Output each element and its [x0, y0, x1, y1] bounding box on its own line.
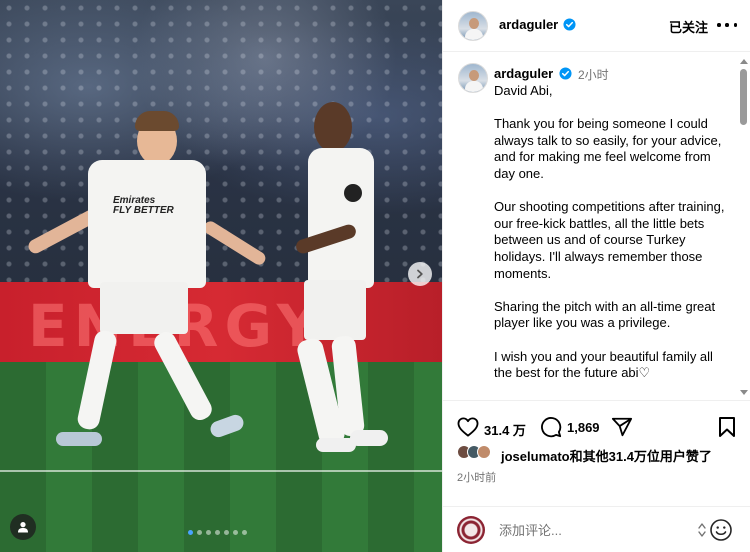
- sort-arrows-icon[interactable]: [697, 520, 707, 540]
- caption-paragraph: Sharing the pitch with an all-time great…: [494, 298, 716, 331]
- tagged-users-button[interactable]: [10, 514, 36, 540]
- emoji-smile-icon[interactable]: [709, 518, 733, 542]
- author-avatar[interactable]: [458, 11, 488, 41]
- likes-count[interactable]: 31.4 万: [484, 420, 526, 439]
- following-button[interactable]: 已关注: [669, 17, 708, 36]
- caption-paragraph: David Abi,: [494, 83, 553, 98]
- carousel-dot: [215, 530, 220, 535]
- carousel-dot: [188, 530, 193, 535]
- carousel-dot: [242, 530, 247, 535]
- liked-by-text[interactable]: joselumato和其他31.4万位用户赞了: [501, 446, 712, 465]
- caption-section: ardaguler 2小时 David Abi, Thank you for b…: [443, 53, 750, 399]
- heart-icon[interactable]: [457, 417, 479, 437]
- post-header: ardaguler 已关注: [443, 0, 750, 52]
- post-media[interactable]: ENERGY Emirates FLY BETTER: [0, 0, 442, 552]
- caption-time: 2小时: [578, 68, 609, 82]
- caption-paragraph: Thank you for being someone I could alwa…: [494, 116, 722, 181]
- more-dots-icon: [717, 23, 721, 27]
- post-side-panel: ardaguler 已关注 ardaguler 2小时 David Abi, T…: [442, 0, 750, 552]
- viewer-avatar: [457, 516, 485, 544]
- liker-avatars[interactable]: [457, 445, 491, 459]
- caption-paragraph: I wish you and your beautiful family all…: [494, 348, 713, 381]
- post-timestamp: 2小时前: [457, 472, 497, 484]
- carousel-dot: [197, 530, 202, 535]
- verified-badge-icon: [559, 67, 572, 80]
- author-username[interactable]: ardaguler: [499, 17, 558, 32]
- scrollbar-thumb[interactable]: [740, 69, 747, 125]
- scroll-up-arrow[interactable]: [740, 59, 748, 64]
- comment-bubble-icon[interactable]: [540, 416, 562, 438]
- caption-scrollbar[interactable]: [739, 59, 749, 395]
- caption-text: David Abi, Thank you for being someone I…: [494, 83, 734, 398]
- carousel-next-button[interactable]: [408, 262, 432, 286]
- caption-author-username[interactable]: ardaguler: [494, 66, 553, 81]
- carousel-dot: [224, 530, 229, 535]
- carousel-dot: [206, 530, 211, 535]
- user-tag-icon: [18, 522, 28, 533]
- caption-paragraph: Our shooting competitions after training…: [494, 199, 725, 281]
- chevron-right-icon: [417, 269, 423, 279]
- verified-badge-icon: [563, 18, 576, 31]
- comment-bar: [443, 506, 750, 552]
- comment-input[interactable]: [499, 521, 679, 539]
- post-actions: 31.4 万 1,869 joselumato和其他31.4万位用户赞了 2小时…: [443, 400, 750, 506]
- caption-author-avatar[interactable]: [458, 63, 488, 93]
- comments-count[interactable]: 1,869: [567, 420, 600, 435]
- more-options-button[interactable]: [717, 16, 737, 34]
- paper-plane-icon[interactable]: [611, 416, 633, 438]
- carousel-dot: [233, 530, 238, 535]
- player-right: [0, 0, 442, 552]
- carousel-indicator: [188, 530, 247, 535]
- bookmark-icon[interactable]: [717, 416, 737, 438]
- scroll-down-arrow[interactable]: [740, 390, 748, 395]
